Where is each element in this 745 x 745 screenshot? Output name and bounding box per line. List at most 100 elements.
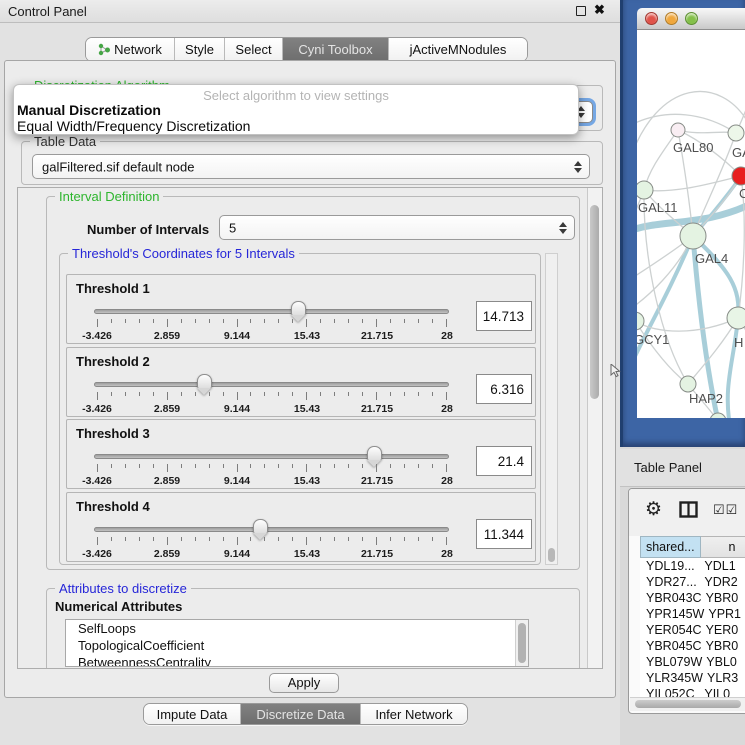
table-row[interactable]: YDR27...YDR2 <box>640 574 745 590</box>
cell-name[interactable]: YBR0 <box>702 639 745 653</box>
cell-shared-name[interactable]: YBR045C <box>640 639 702 653</box>
cell-name[interactable]: YLR3 <box>703 671 745 685</box>
table-horizontal-scrollbar[interactable] <box>630 697 745 711</box>
cell-shared-name[interactable]: YLR345W <box>640 671 703 685</box>
threshold-slider[interactable]: -3.4262.8599.14415.4321.71528 <box>87 521 455 561</box>
slider-track[interactable] <box>94 309 449 314</box>
tab-infer-network[interactable]: Infer Network <box>361 704 467 724</box>
network-canvas[interactable]: GAL80GACGAL11GAL4HGCY1HAP2 <box>637 30 745 418</box>
table-row[interactable]: YLR345WYLR3 <box>640 670 745 686</box>
table-row[interactable]: YDL19...YDL1 <box>640 558 745 574</box>
network-node-gal11[interactable] <box>637 181 653 199</box>
tick-mark <box>390 464 391 468</box>
network-edge[interactable] <box>644 176 741 191</box>
dropdown-option-equal-width[interactable]: Equal Width/Frequency Discretization <box>17 118 250 134</box>
float-window-icon[interactable] <box>576 6 586 16</box>
cell-shared-name[interactable]: YER054C <box>640 623 702 637</box>
network-window-titlebar[interactable] <box>637 8 745 30</box>
table-row[interactable]: YPR145WYPR1 <box>640 606 745 622</box>
cell-shared-name[interactable]: YDL19... <box>640 559 700 573</box>
thresholds-scrollbar-thumb[interactable] <box>548 548 555 562</box>
table-row[interactable]: YBL079WYBL0 <box>640 654 745 670</box>
thresholds-scrollbar[interactable] <box>545 253 558 565</box>
network-edge[interactable] <box>728 318 738 418</box>
slider-track[interactable] <box>94 454 449 459</box>
attributes-list-scrollbar[interactable] <box>515 620 528 666</box>
tick-mark <box>167 319 168 327</box>
cell-shared-name[interactable]: YBR043C <box>640 591 702 605</box>
threshold-value-box[interactable]: 11.344 <box>476 519 532 549</box>
dropdown-option-manual[interactable]: Manual Discretization <box>17 102 161 118</box>
network-view-frame: GAL80GACGAL11GAL4HGCY1HAP2 <box>620 0 745 447</box>
tab-label: Style <box>185 42 214 57</box>
threshold-slider[interactable]: -3.4262.8599.14415.4321.71528 <box>87 448 455 488</box>
slider-track[interactable] <box>94 382 449 387</box>
cell-shared-name[interactable]: YDR27... <box>640 575 700 589</box>
traffic-light-zoom[interactable] <box>685 12 698 25</box>
tick-mark <box>111 319 112 323</box>
checkbox-pair-icon[interactable]: ☑☑ <box>713 502 738 518</box>
network-node-c[interactable] <box>732 167 745 185</box>
attributes-scrollbar-thumb[interactable] <box>518 623 526 663</box>
gear-icon[interactable]: ⚙ <box>645 498 662 521</box>
network-node-hap2[interactable] <box>680 376 696 392</box>
tab-style[interactable]: Style <box>175 38 225 61</box>
cell-name[interactable]: YBL0 <box>702 655 745 669</box>
table-data-combobox[interactable]: galFiltered.sif default node <box>32 154 590 179</box>
cell-shared-name[interactable]: YIL052C <box>640 687 700 697</box>
tab-impute-data[interactable]: Impute Data <box>144 704 241 724</box>
settings-scrollbar-thumb[interactable] <box>590 205 599 399</box>
cell-name[interactable]: YPR1 <box>704 607 745 621</box>
cell-name[interactable]: YER0 <box>702 623 745 637</box>
tab-jactivemnodules[interactable]: jActiveMNodules <box>389 38 527 61</box>
table-row[interactable]: YBR043CYBR0 <box>640 590 745 606</box>
traffic-light-minimize[interactable] <box>665 12 678 25</box>
network-node-gal80[interactable] <box>671 123 685 137</box>
split-table-icon[interactable] <box>679 501 698 518</box>
cell-shared-name[interactable]: YBL079W <box>640 655 702 669</box>
cell-name[interactable]: YDR2 <box>700 575 745 589</box>
attribute-list-item[interactable]: BetweennessCentrality <box>66 654 528 667</box>
tick-mark <box>97 464 98 472</box>
table-row[interactable]: YER054CYER0 <box>640 622 745 638</box>
threshold-slider[interactable]: -3.4262.8599.14415.4321.71528 <box>87 376 455 416</box>
threshold-label: Threshold 4 <box>76 499 150 514</box>
tab-select[interactable]: Select <box>225 38 283 61</box>
tab-cyni-toolbox[interactable]: Cyni Toolbox <box>283 38 389 61</box>
cell-name[interactable]: YBR0 <box>702 591 745 605</box>
slider-track[interactable] <box>94 527 449 532</box>
tab-network[interactable]: Network <box>86 38 175 61</box>
threshold-value-box[interactable]: 14.713 <box>476 301 532 331</box>
network-node-ga[interactable] <box>728 125 744 141</box>
threshold-slider[interactable]: -3.4262.8599.14415.4321.71528 <box>87 303 455 343</box>
attribute-list-item[interactable]: SelfLoops <box>66 620 528 637</box>
settings-vertical-scrollbar[interactable] <box>587 188 602 668</box>
cell-name[interactable]: YDL1 <box>700 559 745 573</box>
number-of-intervals-combobox[interactable]: 5 <box>219 215 575 240</box>
threshold-value-box[interactable]: 21.4 <box>476 446 532 476</box>
close-icon[interactable]: ✖ <box>594 2 605 18</box>
traffic-light-close[interactable] <box>645 12 658 25</box>
table-row[interactable]: YIL052CYIL0 <box>640 686 745 697</box>
numerical-attributes-label: Numerical Attributes <box>55 599 182 614</box>
tick-mark <box>278 464 279 468</box>
column-header-name[interactable]: n <box>701 536 745 558</box>
network-edge[interactable] <box>637 114 736 133</box>
network-edge[interactable] <box>678 130 736 133</box>
threshold-value-box[interactable]: 6.316 <box>476 374 532 404</box>
apply-button[interactable]: Apply <box>269 673 339 693</box>
network-node-h[interactable] <box>727 307 745 329</box>
numerical-attributes-list[interactable]: SelfLoopsTopologicalCoefficientBetweenne… <box>65 619 529 667</box>
network-edge[interactable] <box>644 130 678 190</box>
network-node-gcy1[interactable] <box>637 312 644 330</box>
attribute-list-item[interactable]: TopologicalCoefficient <box>66 637 528 654</box>
cell-name[interactable]: YIL0 <box>700 687 745 697</box>
network-node-gal4[interactable] <box>680 223 706 249</box>
table-row[interactable]: YBR045CYBR0 <box>640 638 745 654</box>
cell-shared-name[interactable]: YPR145W <box>640 607 704 621</box>
tick-mark <box>181 464 182 468</box>
tick-mark <box>432 537 433 541</box>
table-hscrollbar-thumb[interactable] <box>635 700 741 708</box>
tab-discretize-data[interactable]: Discretize Data <box>241 704 361 724</box>
column-header-shared-name[interactable]: shared... <box>640 536 701 558</box>
